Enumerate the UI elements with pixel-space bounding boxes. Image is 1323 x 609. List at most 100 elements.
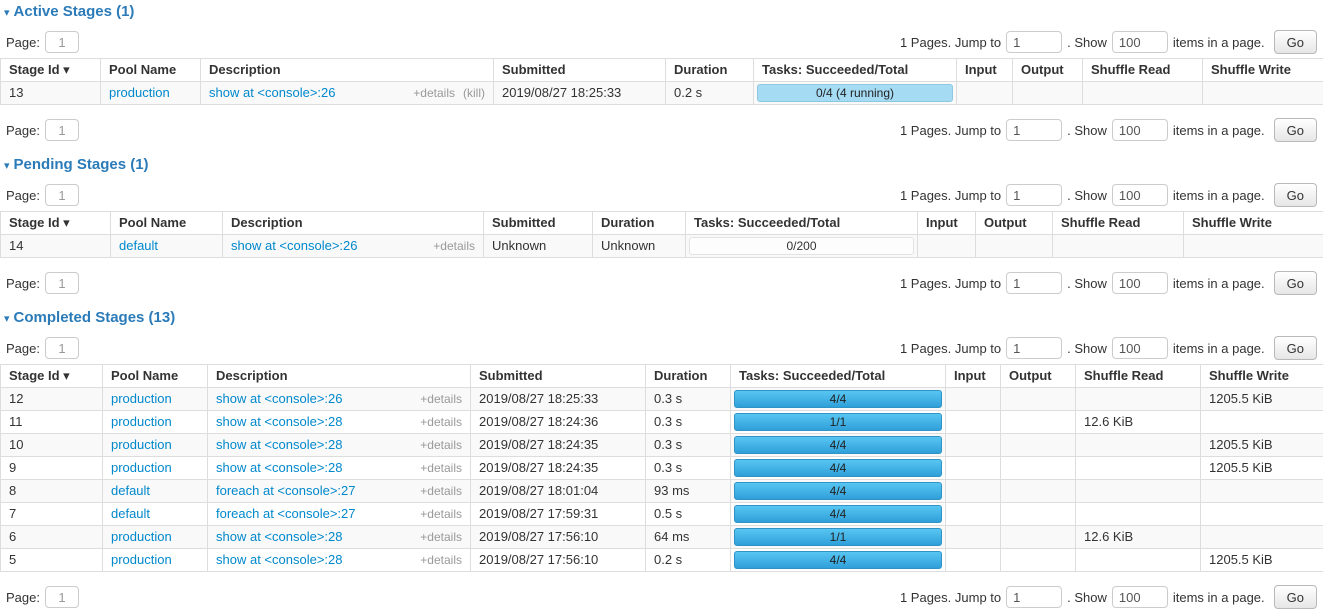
- go-button[interactable]: Go: [1274, 118, 1317, 142]
- details-toggle[interactable]: +details: [420, 392, 462, 406]
- page-jump-control: 1 Pages. Jump to . Show items in a page.…: [900, 118, 1317, 142]
- column-header[interactable]: Tasks: Succeeded/Total: [686, 212, 918, 235]
- column-header[interactable]: Shuffle Read: [1076, 365, 1201, 388]
- details-toggle[interactable]: +details: [420, 530, 462, 544]
- column-header[interactable]: Description: [223, 212, 484, 235]
- page-number-input[interactable]: [45, 184, 79, 206]
- shuffle-read-cell: 12.6 KiB: [1076, 411, 1201, 434]
- column-header[interactable]: Submitted: [484, 212, 593, 235]
- page-label: Page:: [6, 123, 40, 138]
- column-header[interactable]: Input: [946, 365, 1001, 388]
- pool-name-link[interactable]: production: [111, 437, 172, 452]
- show-count-input[interactable]: [1112, 272, 1168, 294]
- column-header[interactable]: Output: [1001, 365, 1076, 388]
- details-toggle[interactable]: +details: [420, 507, 462, 521]
- column-header[interactable]: Stage Id ▾: [1, 212, 111, 235]
- jump-to-input[interactable]: [1006, 119, 1062, 141]
- jump-to-input[interactable]: [1006, 184, 1062, 206]
- pool-name-link[interactable]: production: [111, 460, 172, 475]
- stage-row: 12production+detailsshow at <console>:26…: [1, 388, 1323, 411]
- column-header[interactable]: Shuffle Read: [1053, 212, 1184, 235]
- description-link[interactable]: foreach at <console>:27: [216, 483, 356, 498]
- shuffle-read-cell: [1076, 457, 1201, 480]
- page-number-input[interactable]: [45, 586, 79, 608]
- go-button[interactable]: Go: [1274, 271, 1317, 295]
- show-count-input[interactable]: [1112, 337, 1168, 359]
- section-heading[interactable]: ▾Active Stages (1): [4, 0, 1323, 22]
- column-header[interactable]: Duration: [646, 365, 731, 388]
- page-jump-control: 1 Pages. Jump to . Show items in a page.…: [900, 183, 1317, 207]
- jump-to-input[interactable]: [1006, 272, 1062, 294]
- description-link[interactable]: show at <console>:28: [216, 529, 342, 544]
- shuffle-write-cell: 1205.5 KiB: [1201, 457, 1323, 480]
- description-link[interactable]: show at <console>:28: [216, 552, 342, 567]
- pool-name-link[interactable]: default: [119, 238, 158, 253]
- pool-name-link[interactable]: production: [111, 552, 172, 567]
- section-heading[interactable]: ▾Pending Stages (1): [4, 153, 1323, 175]
- details-toggle[interactable]: +details: [420, 461, 462, 475]
- go-button[interactable]: Go: [1274, 336, 1317, 360]
- column-header[interactable]: Stage Id ▾: [1, 59, 101, 82]
- details-toggle[interactable]: +details: [420, 553, 462, 567]
- jump-to-input[interactable]: [1006, 31, 1062, 53]
- page-number-input[interactable]: [45, 31, 79, 53]
- details-toggle[interactable]: +details: [420, 415, 462, 429]
- jump-to-input[interactable]: [1006, 586, 1062, 608]
- submitted-cell: 2019/08/27 18:01:04: [471, 480, 646, 503]
- details-toggle[interactable]: +details: [420, 484, 462, 498]
- column-header[interactable]: Pool Name: [111, 212, 223, 235]
- column-header[interactable]: Output: [1013, 59, 1083, 82]
- table-header-row: Stage Id ▾Pool NameDescriptionSubmittedD…: [1, 212, 1323, 235]
- column-header[interactable]: Input: [918, 212, 976, 235]
- column-header[interactable]: Shuffle Write: [1201, 365, 1323, 388]
- show-count-input[interactable]: [1112, 31, 1168, 53]
- page-number-input[interactable]: [45, 272, 79, 294]
- description-link[interactable]: show at <console>:28: [216, 437, 342, 452]
- description-link[interactable]: foreach at <console>:27: [216, 506, 356, 521]
- column-header[interactable]: Duration: [666, 59, 754, 82]
- pool-name-link[interactable]: production: [111, 529, 172, 544]
- column-header[interactable]: Pool Name: [103, 365, 208, 388]
- column-header[interactable]: Pool Name: [101, 59, 201, 82]
- column-header[interactable]: Tasks: Succeeded/Total: [754, 59, 957, 82]
- details-toggle[interactable]: +details: [420, 438, 462, 452]
- details-toggle[interactable]: +details: [433, 239, 475, 253]
- pool-name-link[interactable]: production: [111, 391, 172, 406]
- show-count-input[interactable]: [1112, 586, 1168, 608]
- column-header[interactable]: Stage Id ▾: [1, 365, 103, 388]
- jump-to-input[interactable]: [1006, 337, 1062, 359]
- go-button[interactable]: Go: [1274, 183, 1317, 207]
- shuffle-write-cell: [1201, 503, 1323, 526]
- pool-name-link[interactable]: default: [111, 506, 150, 521]
- description-extras: +details (kill): [413, 86, 485, 100]
- column-header[interactable]: Description: [208, 365, 471, 388]
- column-header[interactable]: Shuffle Write: [1184, 212, 1323, 235]
- section-title: Completed Stages (13): [14, 309, 176, 326]
- pool-name-link[interactable]: production: [109, 85, 170, 100]
- pool-name-link[interactable]: production: [111, 414, 172, 429]
- column-header[interactable]: Submitted: [471, 365, 646, 388]
- section-heading[interactable]: ▾Completed Stages (13): [4, 306, 1323, 328]
- column-header[interactable]: Description: [201, 59, 494, 82]
- kill-link[interactable]: (kill): [463, 86, 485, 100]
- column-header[interactable]: Tasks: Succeeded/Total: [731, 365, 946, 388]
- description-link[interactable]: show at <console>:28: [216, 460, 342, 475]
- go-button[interactable]: Go: [1274, 30, 1317, 54]
- pool-name-link[interactable]: default: [111, 483, 150, 498]
- show-count-input[interactable]: [1112, 184, 1168, 206]
- column-header[interactable]: Shuffle Read: [1083, 59, 1203, 82]
- column-header[interactable]: Duration: [593, 212, 686, 235]
- description-link[interactable]: show at <console>:26: [209, 85, 335, 100]
- column-header[interactable]: Submitted: [494, 59, 666, 82]
- page-number-input[interactable]: [45, 119, 79, 141]
- page-number-input[interactable]: [45, 337, 79, 359]
- go-button[interactable]: Go: [1274, 585, 1317, 609]
- description-link[interactable]: show at <console>:26: [231, 238, 357, 253]
- details-toggle[interactable]: +details: [413, 86, 455, 100]
- column-header[interactable]: Output: [976, 212, 1053, 235]
- column-header[interactable]: Input: [957, 59, 1013, 82]
- show-count-input[interactable]: [1112, 119, 1168, 141]
- description-link[interactable]: show at <console>:28: [216, 414, 342, 429]
- column-header[interactable]: Shuffle Write: [1203, 59, 1323, 82]
- description-link[interactable]: show at <console>:26: [216, 391, 342, 406]
